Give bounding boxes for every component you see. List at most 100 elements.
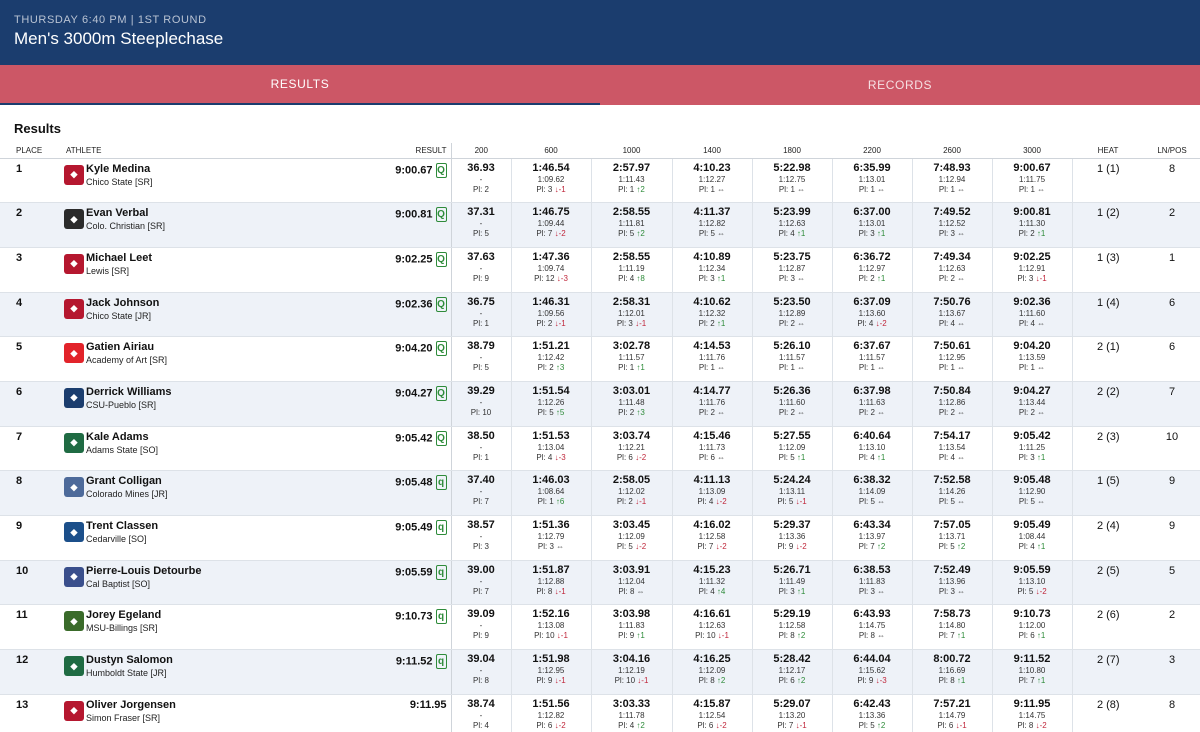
athlete-name-link[interactable]: Pierre-Louis Detourbe <box>86 565 286 577</box>
athlete-team-link[interactable]: Colorado Mines [JR] <box>86 489 286 499</box>
place-change-icon: ⇔ <box>717 363 726 373</box>
lap-time: - <box>479 532 483 541</box>
place-cell: 9 <box>0 515 56 561</box>
table-row[interactable]: 6 ◆ Derrick Williams CSU-Pueblo [SR] 9:04… <box>0 381 1200 427</box>
athlete-name-link[interactable]: Grant Colligan <box>86 475 286 487</box>
athlete-name-link[interactable]: Derrick Williams <box>86 386 286 398</box>
split-place-label: Pl: 3 <box>938 586 955 596</box>
athlete-name-link[interactable]: Kale Adams <box>86 431 286 443</box>
split-time: 9:05.48 <box>1013 474 1051 487</box>
split-place: Pl: 2 ⇔ <box>993 408 1072 417</box>
split-cell: 6:43.93 1:14.75 Pl: 8 ⇔ <box>832 604 913 651</box>
athlete-team-link[interactable]: Colo. Christian [SR] <box>86 221 286 231</box>
split-place: Pl: 1 ⇔ <box>993 185 1072 194</box>
athlete-team-link[interactable]: Simon Fraser [SR] <box>86 713 286 723</box>
lap-time: - <box>479 621 483 631</box>
col-1400: 1400 <box>672 143 753 159</box>
place-change-icon: ↓-1 <box>554 676 566 686</box>
yellow-jacket-logo: ◆ <box>64 522 84 542</box>
athlete-name-link[interactable]: Jorey Egeland <box>86 609 286 621</box>
split-time: 1:51.21 <box>532 340 570 353</box>
split-place-label: Pl: 8 <box>1017 720 1034 730</box>
place-change-icon: ⇔ <box>717 229 726 239</box>
athlete-name-link[interactable]: Dustyn Salomon <box>86 654 286 666</box>
athlete-team-link[interactable]: Cedarville [SO] <box>86 534 286 544</box>
col-heat[interactable]: HEAT <box>1072 143 1145 159</box>
lap-time: 1:14.26 <box>938 487 966 497</box>
split-place-label: Pl: 4 <box>778 229 795 239</box>
split-time: 5:29.37 <box>773 519 811 531</box>
col-lnpos[interactable]: LN/POS <box>1144 143 1200 159</box>
table-row[interactable]: 2 ◆ Evan Verbal Colo. Christian [SR] 9:00… <box>0 202 1200 248</box>
place-change-icon: ⇔ <box>877 363 886 373</box>
table-row[interactable]: 4 ◆ Jack Johnson Chico State [JR] 9:02.36… <box>0 292 1200 338</box>
place-change-icon: ↑1 <box>1036 542 1046 551</box>
table-row[interactable]: 13 ◆ Oliver Jorgensen Simon Fraser [SR] 9… <box>0 694 1200 732</box>
split-cell: 7:52.49 1:13.96 Pl: 3 ⇔ <box>912 560 993 606</box>
place-change-icon: ↓-1 <box>795 497 807 507</box>
split-time: 6:40.64 <box>853 429 891 442</box>
col-athlete[interactable]: ATHLETE <box>56 143 287 159</box>
athlete-team-link[interactable]: Adams State [SO] <box>86 445 286 455</box>
athlete-team-link[interactable]: Cal Baptist [SO] <box>86 579 286 589</box>
split-cell: 3:03.98 1:11.83 Pl: 9 ↑1 <box>591 604 673 651</box>
table-row[interactable]: 12 ◆ Dustyn Salomon Humboldt State [JR] 9… <box>0 649 1200 695</box>
split-place-label: Pl: 6 <box>1018 631 1035 641</box>
place-change-icon: ↓-2 <box>715 497 727 507</box>
athlete-name-link[interactable]: Trent Classen <box>86 520 286 532</box>
split-time: 6:42.43 <box>853 697 891 710</box>
table-row[interactable]: 8 ◆ Grant Colligan Colorado Mines [JR] 9:… <box>0 470 1200 516</box>
split-place-label: Pl: 2 <box>698 318 715 328</box>
qualifier-badge: Q <box>435 430 447 446</box>
athlete-team-link[interactable]: Chico State [SR] <box>86 177 286 187</box>
table-row[interactable]: 5 ◆ Gatien Airiau Academy of Art [SR] 9:0… <box>0 336 1200 382</box>
place-change-icon: ↑1 <box>716 318 726 328</box>
split-place-label: Pl: 5 <box>473 229 490 239</box>
result-cell: 9:05.48 q <box>286 470 452 516</box>
athlete-team-link[interactable]: Chico State [JR] <box>86 311 286 321</box>
lap-time: 1:12.02 <box>618 487 645 497</box>
heat-cell: 2 (2) <box>1072 381 1145 427</box>
split-cell: 1:51.21 1:12.42 Pl: 2 ↑3 <box>511 336 592 382</box>
split-place: Pl: 1 ⇔ <box>833 363 912 372</box>
athlete-name-link[interactable]: Oliver Jorgensen <box>86 699 286 711</box>
place-change-icon: ⇔ <box>1037 407 1046 417</box>
split-place-label: Pl: 3 <box>536 184 553 194</box>
split-place-label: Pl: 10 <box>470 407 492 417</box>
athlete-team-link[interactable]: Humboldt State [JR] <box>86 668 286 678</box>
athlete-team-link[interactable]: MSU-Billings [SR] <box>86 623 286 633</box>
tab-records[interactable]: RECORDS <box>600 65 1200 105</box>
athlete-name-link[interactable]: Jack Johnson <box>86 297 286 309</box>
col-result[interactable]: RESULT <box>286 143 452 159</box>
athlete-team-link[interactable]: Academy of Art [SR] <box>86 355 286 365</box>
place-change-icon: ↑8 <box>636 273 645 283</box>
split-place: Pl: 4 ↑8 <box>592 274 672 283</box>
athlete-name-link[interactable]: Evan Verbal <box>86 207 286 219</box>
split-place-label: Pl: 2 <box>1018 229 1035 239</box>
table-row[interactable]: 9 ◆ Trent Classen Cedarville [SO] 9:05.49… <box>0 515 1200 561</box>
col-place[interactable]: PLACE <box>0 143 56 159</box>
table-row[interactable]: 7 ◆ Kale Adams Adams State [SO] 9:05.42 Q … <box>0 426 1200 472</box>
split-place: Pl: 5 ↓-2 <box>993 587 1072 596</box>
lane-cell: 5 <box>1144 560 1200 606</box>
athlete-team-link[interactable]: CSU-Pueblo [SR] <box>86 400 286 410</box>
athlete-name-link[interactable]: Kyle Medina <box>86 163 286 175</box>
place-change-icon: ↓-2 <box>795 542 807 551</box>
split-place-label: Pl: 12 <box>534 273 555 283</box>
tab-results[interactable]: RESULTS <box>0 65 600 105</box>
table-row[interactable]: 3 ◆ Michael Leet Lewis [SR] 9:02.25 Q 37.6… <box>0 247 1200 293</box>
split-cell: 7:58.73 1:14.80 Pl: 7 ↑1 <box>912 604 993 651</box>
table-row[interactable]: 1 ◆ Kyle Medina Chico State [SR] 9:00.67 Q… <box>0 158 1200 204</box>
table-row[interactable]: 11 ◆ Jorey Egeland MSU-Billings [SR] 9:10… <box>0 604 1200 651</box>
athlete-name-link[interactable]: Gatien Airiau <box>86 341 286 353</box>
athlete-team-link[interactable]: Lewis [SR] <box>86 266 286 276</box>
lap-time: 1:12.34 <box>698 263 726 273</box>
athlete-name-link[interactable]: Michael Leet <box>86 252 286 264</box>
result-cell: 9:00.67 Q <box>286 158 452 204</box>
lap-time: 1:11.83 <box>618 621 645 631</box>
result-time: 9:00.81 <box>395 208 433 221</box>
place-change-icon: ↑1 <box>1036 631 1046 641</box>
split-cell: 4:15.23 1:11.32 Pl: 4 ↑4 <box>672 560 753 606</box>
split-place-label: Pl: 9 <box>857 676 874 686</box>
table-row[interactable]: 10 ◆ Pierre-Louis Detourbe Cal Baptist [S… <box>0 560 1200 606</box>
